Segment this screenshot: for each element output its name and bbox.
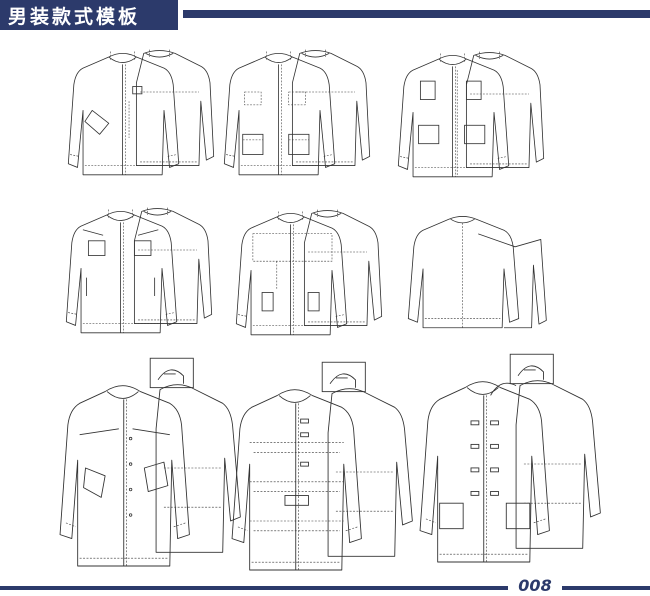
page-number: 008 — [508, 576, 562, 596]
jacket-sketch-5 — [235, 209, 383, 336]
coat-sketch-1 — [59, 357, 241, 567]
jacket-sketch-2 — [223, 49, 371, 176]
template-page: 男装款式模板 008 — [0, 0, 650, 596]
jacket-sketch-3 — [397, 51, 545, 178]
coat-sketch-3 — [419, 353, 601, 563]
sketch-sheet — [59, 49, 601, 571]
jacket-sketch-6 — [407, 216, 547, 329]
coat-sketch-2 — [231, 361, 413, 571]
jacket-sketch-1 — [67, 49, 215, 176]
jacket-sketch-4 — [65, 207, 213, 334]
